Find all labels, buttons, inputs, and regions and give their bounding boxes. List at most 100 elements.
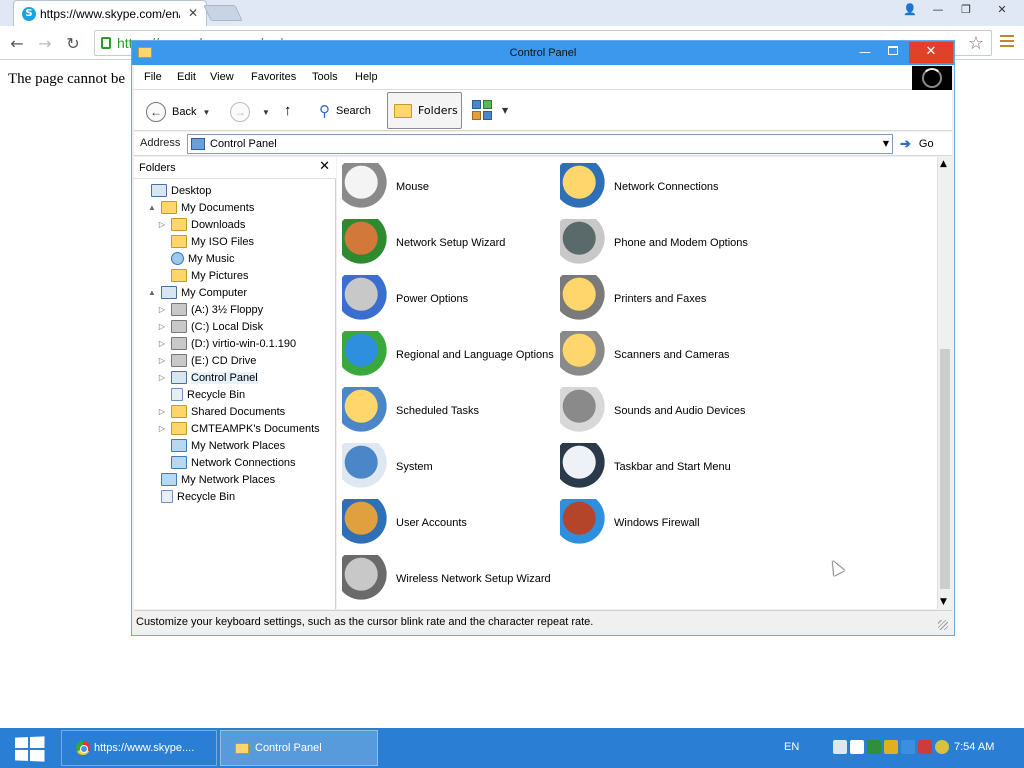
notes-tray-icon[interactable] — [850, 740, 864, 754]
clock-tray-icon[interactable] — [935, 740, 949, 754]
control-panel-item[interactable]: Network Setup Wizard — [342, 218, 505, 268]
tree-item[interactable]: My Network Places — [147, 471, 275, 488]
control-panel-item[interactable]: Taskbar and Start Menu — [560, 442, 731, 492]
language-indicator[interactable]: EN — [784, 741, 799, 753]
scroll-up-icon[interactable]: ▲ — [940, 159, 947, 169]
tree-expander-icon[interactable]: ▷ — [157, 373, 167, 382]
menu-item-favorites[interactable]: Favorites — [251, 71, 296, 83]
restore-icon[interactable]: ❐ — [952, 0, 980, 18]
shield-tray-icon[interactable] — [884, 740, 898, 754]
tree-item[interactable]: ▷ (A:) 3½ Floppy — [157, 301, 263, 318]
scroll-down-icon[interactable]: ▼ — [940, 597, 947, 607]
user-icon[interactable]: 👤 — [896, 0, 924, 18]
menu-item-file[interactable]: File — [144, 71, 162, 83]
tree-item[interactable]: My Network Places — [157, 437, 285, 454]
tree-item[interactable]: ▷ CMTEAMPK's Documents — [157, 420, 320, 437]
control-panel-item[interactable]: User Accounts — [342, 498, 467, 548]
go-arrow-icon: ➔ — [900, 136, 911, 151]
bookmark-star-icon[interactable]: ☆ — [968, 33, 984, 54]
tree-item[interactable]: Recycle Bin — [147, 488, 235, 505]
back-button[interactable]: ← Back ▼ — [146, 102, 210, 122]
resize-grip-icon[interactable] — [938, 620, 948, 630]
tree-expander-icon[interactable]: ▲ — [147, 288, 157, 297]
browser-menu-icon[interactable] — [1000, 35, 1014, 50]
address-dropdown-icon[interactable]: ▼ — [883, 139, 889, 148]
control-panel-item[interactable]: Windows Firewall — [560, 498, 700, 548]
tree-item[interactable]: My Pictures — [157, 267, 248, 284]
control-panel-item[interactable]: Power Options — [342, 274, 468, 324]
control-panel-item-label: Power Options — [396, 293, 469, 305]
taskbar-item-control-panel[interactable]: Control Panel — [220, 730, 378, 766]
control-panel-item[interactable]: Phone and Modem Options — [560, 218, 748, 268]
control-panel-item[interactable]: Mouse — [342, 162, 429, 212]
minimize-icon[interactable]: — — [924, 0, 952, 18]
forward-arrow-icon[interactable]: → — [34, 32, 56, 54]
network-tray-icon-2[interactable] — [901, 740, 915, 754]
tree-item[interactable]: ▷ Downloads — [157, 216, 245, 233]
forward-button[interactable]: → ▼ — [230, 102, 270, 122]
minimize-icon[interactable]: — — [858, 45, 872, 59]
window-title-bar[interactable]: Control Panel — ✕ — [132, 41, 954, 65]
tab-close-icon[interactable]: ✕ — [188, 6, 198, 20]
control-panel-item[interactable]: Wireless Network Setup Wizard — [342, 554, 551, 604]
tree-item[interactable]: Network Connections — [157, 454, 296, 471]
tree-item[interactable]: Desktop — [137, 182, 211, 199]
control-panel-item[interactable]: Regional and Language Options — [342, 330, 554, 380]
close-pane-icon[interactable]: ✕ — [319, 159, 330, 174]
control-panel-item[interactable]: Network Connections — [560, 162, 719, 212]
menu-item-help[interactable]: Help — [355, 71, 378, 83]
scroll-thumb[interactable] — [940, 349, 950, 589]
tree-item[interactable]: ▷ (C:) Local Disk — [157, 318, 263, 335]
up-folder-icon[interactable]: ↑ — [284, 102, 292, 119]
tree-expander-icon[interactable]: ▷ — [157, 339, 167, 348]
command-toolbar: ← Back ▼ → ▼ ↑ ⚲ Search Folders ▼ — [134, 90, 952, 131]
folders-button[interactable]: Folders — [387, 92, 462, 129]
tree-expander-icon[interactable]: ▷ — [157, 220, 167, 229]
flag-tray-icon[interactable] — [918, 740, 932, 754]
tree-item[interactable]: My ISO Files — [157, 233, 254, 250]
new-tab-button[interactable] — [203, 5, 243, 21]
tree-expander-icon[interactable]: ▷ — [157, 407, 167, 416]
tree-expander-icon[interactable]: ▲ — [147, 203, 157, 212]
tree-expander-icon[interactable]: ▷ — [157, 356, 167, 365]
tree-expander-icon[interactable]: ▷ — [157, 424, 167, 433]
tree-item[interactable]: ▲ My Computer — [147, 284, 247, 301]
forward-dropdown-icon[interactable]: ▼ — [262, 108, 270, 117]
control-panel-item[interactable]: Sounds and Audio Devices — [560, 386, 745, 436]
close-icon[interactable]: ✕ — [909, 42, 953, 63]
control-panel-item[interactable]: Scanners and Cameras — [560, 330, 730, 380]
tree-item[interactable]: ▷ Control Panel — [157, 369, 258, 386]
reload-icon[interactable]: ↻ — [62, 32, 84, 54]
vertical-scrollbar[interactable]: ▲ ▼ — [937, 157, 952, 609]
address-field[interactable]: Control Panel ▼ — [187, 134, 893, 154]
tree-expander-icon[interactable]: ▷ — [157, 305, 167, 314]
go-button[interactable]: ➔ Go — [900, 136, 934, 152]
back-dropdown-icon[interactable]: ▼ — [202, 108, 210, 117]
control-panel-item[interactable]: System — [342, 442, 433, 492]
browser-tab[interactable]: S https://www.skype.com/en/ ✕ — [13, 0, 207, 26]
close-icon[interactable]: ✕ — [980, 0, 1024, 18]
start-button-windows-icon[interactable] — [15, 736, 45, 762]
views-icon[interactable] — [472, 100, 492, 120]
menu-item-tools[interactable]: Tools — [312, 71, 338, 83]
tree-item[interactable]: ▲ My Documents — [147, 199, 254, 216]
menu-item-edit[interactable]: Edit — [177, 71, 196, 83]
network-tray-icon[interactable] — [833, 740, 847, 754]
taskbar-item-browser[interactable]: https://www.skype.... — [61, 730, 217, 766]
tree-item[interactable]: ▷ (E:) CD Drive — [157, 352, 256, 369]
maximize-icon[interactable] — [888, 46, 898, 55]
globe-tray-icon[interactable] — [867, 740, 881, 754]
views-dropdown-icon[interactable]: ▼ — [502, 106, 508, 115]
tree-item-label: My Network Places — [181, 473, 276, 486]
tree-expander-icon[interactable]: ▷ — [157, 322, 167, 331]
control-panel-item[interactable]: Printers and Faxes — [560, 274, 706, 324]
search-button[interactable]: ⚲ Search — [319, 102, 371, 120]
tree-item[interactable]: ▷ Shared Documents — [157, 403, 285, 420]
tree-item[interactable]: Recycle Bin — [157, 386, 245, 403]
back-arrow-icon[interactable]: ← — [6, 32, 28, 54]
control-panel-item[interactable]: Scheduled Tasks — [342, 386, 479, 436]
tree-item[interactable]: ▷ (D:) virtio-win-0.1.190 — [157, 335, 296, 352]
menu-item-view[interactable]: View — [210, 71, 234, 83]
tree-item[interactable]: My Music — [157, 250, 234, 267]
clock[interactable]: 7:54 AM — [954, 741, 994, 753]
